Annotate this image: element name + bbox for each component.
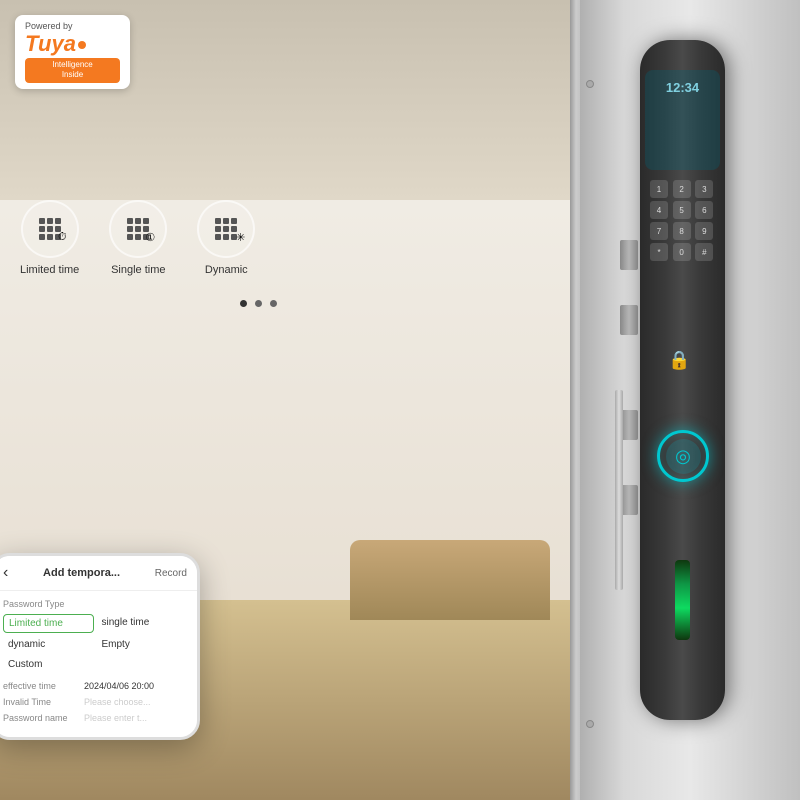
password-type-grid: Limited time single time dynamic Empty C…: [3, 614, 187, 673]
tuya-badge: Powered by Tuya IntelligenceInside: [15, 15, 130, 89]
phone-screen: ‹ Add tempora... Record Password Type Li…: [0, 556, 197, 737]
invalid-time-field[interactable]: Invalid Time Please choose...: [3, 697, 187, 707]
led-indicator: [675, 560, 690, 640]
password-name-label: Password name: [3, 713, 78, 723]
lock-body: 12:34 1 2 3 4 5 6 7 8 9 * 0 # 🔒 ◎: [640, 40, 725, 720]
dynamic-label: Dynamic: [205, 264, 248, 276]
pw-type-empty[interactable]: Empty: [97, 636, 188, 653]
key-2[interactable]: 2: [673, 180, 691, 198]
key-8[interactable]: 8: [673, 222, 691, 240]
pw-type-dynamic[interactable]: dynamic: [3, 636, 94, 653]
key-star[interactable]: *: [650, 243, 668, 261]
feature-limited-time: ⏱ Limited time: [20, 200, 79, 276]
dynamic-icon: ✳: [197, 200, 255, 258]
dot-2: [255, 300, 262, 307]
features-row: ⏱ Limited time ① Single time: [20, 200, 255, 276]
strike-plate: [615, 390, 623, 590]
password-name-field[interactable]: Password name Please enter t...: [3, 713, 187, 723]
tuya-powered-text: Powered by: [25, 21, 120, 31]
limited-time-label: Limited time: [20, 264, 79, 276]
pw-type-custom[interactable]: Custom: [3, 656, 94, 673]
lock-time: 12:34: [666, 80, 699, 95]
key-4[interactable]: 4: [650, 201, 668, 219]
phone-container: ‹ Add tempora... Record Password Type Li…: [0, 553, 220, 740]
tuya-dot: [78, 41, 86, 49]
password-name-placeholder: Please enter t...: [84, 713, 187, 723]
key-7[interactable]: 7: [650, 222, 668, 240]
latch-bolt-1: [620, 240, 638, 270]
sofa-decoration: [350, 540, 550, 620]
phone-header: ‹ Add tempora... Record: [0, 556, 197, 591]
single-time-icon: ①: [109, 200, 167, 258]
smart-lock: 12:34 1 2 3 4 5 6 7 8 9 * 0 # 🔒 ◎: [620, 40, 750, 720]
phone-record-button[interactable]: Record: [155, 568, 187, 579]
page-dots: [240, 300, 277, 307]
pw-type-single[interactable]: single time: [97, 614, 188, 633]
key-3[interactable]: 3: [695, 180, 713, 198]
phone-title: Add tempora...: [43, 567, 120, 579]
key-6[interactable]: 6: [695, 201, 713, 219]
tuya-logo: Tuya: [25, 33, 120, 55]
key-5[interactable]: 5: [673, 201, 691, 219]
effective-time-label: effective time: [3, 681, 78, 691]
key-1[interactable]: 1: [650, 180, 668, 198]
password-type-label: Password Type: [3, 599, 187, 609]
lock-keypad[interactable]: 1 2 3 4 5 6 7 8 9 * 0 #: [650, 180, 715, 261]
phone-body: Password Type Limited time single time d…: [0, 591, 197, 737]
effective-time-field: effective time 2024/04/06 20:00: [3, 681, 187, 691]
feature-single-time: ① Single time: [109, 200, 167, 276]
dot-3: [270, 300, 277, 307]
key-0[interactable]: 0: [673, 243, 691, 261]
invalid-time-placeholder: Please choose...: [84, 697, 187, 707]
effective-time-value: 2024/04/06 20:00: [84, 681, 187, 691]
dot-1: [240, 300, 247, 307]
lock-mechanism: [620, 240, 640, 515]
key-9[interactable]: 9: [695, 222, 713, 240]
pw-type-limited[interactable]: Limited time: [3, 614, 94, 633]
phone-mockup: ‹ Add tempora... Record Password Type Li…: [0, 553, 200, 740]
lock-symbol: 🔒: [668, 350, 690, 371]
fingerprint-icon: ◎: [666, 439, 701, 474]
screw: [586, 80, 594, 88]
key-hash[interactable]: #: [695, 243, 713, 261]
limited-time-icon: ⏱: [21, 200, 79, 258]
single-time-label: Single time: [111, 264, 165, 276]
invalid-time-label: Invalid Time: [3, 697, 78, 707]
feature-dynamic: ✳ Dynamic: [197, 200, 255, 276]
fingerprint-scanner[interactable]: ◎: [657, 430, 709, 482]
phone-back-button[interactable]: ‹: [3, 564, 8, 582]
lock-display: 12:34: [645, 70, 720, 170]
latch-bolt-2: [620, 305, 638, 335]
tuya-tagline: IntelligenceInside: [25, 58, 120, 83]
screw: [586, 720, 594, 728]
